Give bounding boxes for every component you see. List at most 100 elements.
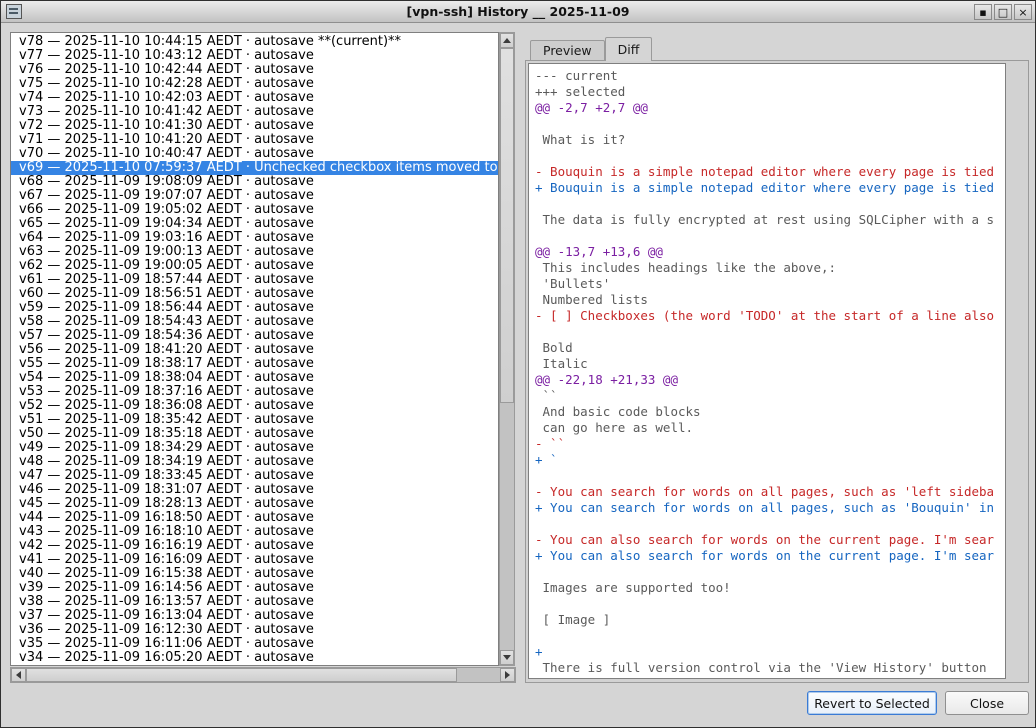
diff-line-deletion: - [ ] Checkboxes (the word 'TODO' at the… — [535, 308, 1005, 324]
diff-line-deletion: - Bouquin is a simple notepad editor whe… — [535, 164, 1005, 180]
history-list-item[interactable]: v48 — 2025-11-09 18:34:19 AEDT · autosav… — [11, 455, 498, 469]
arrow-down-icon — [503, 655, 511, 660]
history-list-item[interactable]: v56 — 2025-11-09 18:41:20 AEDT · autosav… — [11, 343, 498, 357]
history-list-item[interactable]: v37 — 2025-11-09 16:13:04 AEDT · autosav… — [11, 609, 498, 623]
history-list-item[interactable]: v60 — 2025-11-09 18:56:51 AEDT · autosav… — [11, 287, 498, 301]
history-list-item[interactable]: v35 — 2025-11-09 16:11:06 AEDT · autosav… — [11, 637, 498, 651]
arrow-right-icon — [505, 671, 510, 679]
tab-diff[interactable]: Diff — [605, 37, 653, 61]
diff-line-context — [535, 564, 1005, 580]
history-list-item[interactable]: v65 — 2025-11-09 19:04:34 AEDT · autosav… — [11, 217, 498, 231]
diff-line-context: The data is fully encrypted at rest usin… — [535, 212, 1005, 228]
diff-line-hunk: @@ -2,7 +2,7 @@ — [535, 100, 1005, 116]
minimize-icon: ▪ — [979, 7, 986, 18]
history-list-item[interactable]: v42 — 2025-11-09 16:16:19 AEDT · autosav… — [11, 539, 498, 553]
diff-line-context: And basic code blocks — [535, 404, 1005, 420]
scrollbar-thumb[interactable] — [500, 48, 514, 403]
diff-line-hunk: @@ -13,7 +13,6 @@ — [535, 244, 1005, 260]
scroll-left-button[interactable] — [11, 668, 26, 682]
diff-line-meta: --- current — [535, 68, 1005, 84]
history-list-item[interactable]: v63 — 2025-11-09 19:00:13 AEDT · autosav… — [11, 245, 498, 259]
history-list-item[interactable]: v46 — 2025-11-09 18:31:07 AEDT · autosav… — [11, 483, 498, 497]
diff-line-deletion: - You can also search for words on the c… — [535, 532, 1005, 548]
diff-line-context — [535, 628, 1005, 644]
history-list-item[interactable]: v66 — 2025-11-09 19:05:02 AEDT · autosav… — [11, 203, 498, 217]
titlebar[interactable]: [vpn-ssh] History __ 2025-11-09 ▪ □ × — [1, 1, 1035, 23]
diff-line-context: can go here as well. — [535, 420, 1005, 436]
diff-line-context — [535, 116, 1005, 132]
history-list-item[interactable]: v74 — 2025-11-10 10:42:03 AEDT · autosav… — [11, 91, 498, 105]
minimize-button[interactable]: ▪ — [974, 4, 992, 20]
diff-line-context: There is full version control via the 'V… — [535, 660, 1005, 676]
maximize-icon: □ — [998, 7, 1008, 18]
diff-line-context: Images are supported too! — [535, 580, 1005, 596]
tab-preview[interactable]: Preview — [530, 40, 605, 61]
window-title: [vpn-ssh] History __ 2025-11-09 — [1, 1, 1035, 23]
history-list-item[interactable]: v58 — 2025-11-09 18:54:43 AEDT · autosav… — [11, 315, 498, 329]
history-list-item[interactable]: v70 — 2025-11-10 10:40:47 AEDT · autosav… — [11, 147, 498, 161]
history-list-item[interactable]: v73 — 2025-11-10 10:41:42 AEDT · autosav… — [11, 105, 498, 119]
diff-line-context — [535, 196, 1005, 212]
history-list-item[interactable]: v75 — 2025-11-10 10:42:28 AEDT · autosav… — [11, 77, 498, 91]
history-list-item[interactable]: v49 — 2025-11-09 18:34:29 AEDT · autosav… — [11, 441, 498, 455]
diff-view[interactable]: --- current+++ selected@@ -2,7 +2,7 @@ W… — [528, 63, 1006, 679]
history-list-item[interactable]: v61 — 2025-11-09 18:57:44 AEDT · autosav… — [11, 273, 498, 287]
history-list-item[interactable]: v76 — 2025-11-10 10:42:44 AEDT · autosav… — [11, 63, 498, 77]
history-list-item[interactable]: v54 — 2025-11-09 18:38:04 AEDT · autosav… — [11, 371, 498, 385]
history-list-item[interactable]: v77 — 2025-11-10 10:43:12 AEDT · autosav… — [11, 49, 498, 63]
history-horizontal-scrollbar[interactable] — [10, 667, 516, 683]
scrollbar-trough[interactable] — [500, 48, 514, 650]
diff-line-context: `` — [535, 388, 1005, 404]
history-list-item[interactable]: v62 — 2025-11-09 19:00:05 AEDT · autosav… — [11, 259, 498, 273]
scroll-down-button[interactable] — [500, 650, 514, 665]
history-window: [vpn-ssh] History __ 2025-11-09 ▪ □ × v7… — [0, 0, 1036, 728]
diff-line-context: [ Image ] — [535, 612, 1005, 628]
history-list-item[interactable]: v41 — 2025-11-09 16:16:09 AEDT · autosav… — [11, 553, 498, 567]
history-list-item[interactable]: v43 — 2025-11-09 16:18:10 AEDT · autosav… — [11, 525, 498, 539]
history-list-item[interactable]: v50 — 2025-11-09 18:35:18 AEDT · autosav… — [11, 427, 498, 441]
maximize-button[interactable]: □ — [994, 4, 1012, 20]
diff-line-addition: + — [535, 644, 1005, 660]
window-controls: ▪ □ × — [974, 4, 1032, 20]
history-list-item[interactable]: v67 — 2025-11-09 19:07:07 AEDT · autosav… — [11, 189, 498, 203]
history-list-item[interactable]: v33 — 2025-11-09 16:05:01 AEDT · autosav… — [11, 665, 498, 666]
history-vertical-scrollbar[interactable] — [499, 32, 515, 666]
history-list-item[interactable]: v51 — 2025-11-09 18:35:42 AEDT · autosav… — [11, 413, 498, 427]
history-list-item[interactable]: v39 — 2025-11-09 16:14:56 AEDT · autosav… — [11, 581, 498, 595]
history-list-item[interactable]: v55 — 2025-11-09 18:38:17 AEDT · autosav… — [11, 357, 498, 371]
history-list-item[interactable]: v44 — 2025-11-09 16:18:50 AEDT · autosav… — [11, 511, 498, 525]
close-icon: × — [1018, 7, 1027, 18]
diff-line-context: Bold — [535, 340, 1005, 356]
history-list-item[interactable]: v52 — 2025-11-09 18:36:08 AEDT · autosav… — [11, 399, 498, 413]
scroll-right-button[interactable] — [500, 668, 515, 682]
revert-to-selected-button[interactable]: Revert to Selected — [807, 691, 937, 715]
history-list-item[interactable]: v72 — 2025-11-10 10:41:30 AEDT · autosav… — [11, 119, 498, 133]
diff-line-context: This includes headings like the above,: — [535, 260, 1005, 276]
history-list-item[interactable]: v45 — 2025-11-09 18:28:13 AEDT · autosav… — [11, 497, 498, 511]
history-list-item[interactable]: v64 — 2025-11-09 19:03:16 AEDT · autosav… — [11, 231, 498, 245]
scroll-up-button[interactable] — [500, 33, 514, 48]
history-list-item[interactable]: v40 — 2025-11-09 16:15:38 AEDT · autosav… — [11, 567, 498, 581]
history-list-item[interactable]: v38 — 2025-11-09 16:13:57 AEDT · autosav… — [11, 595, 498, 609]
close-window-button[interactable]: × — [1014, 4, 1032, 20]
history-list-item[interactable]: v34 — 2025-11-09 16:05:20 AEDT · autosav… — [11, 651, 498, 665]
diff-line-context — [535, 324, 1005, 340]
history-list-item[interactable]: v59 — 2025-11-09 18:56:44 AEDT · autosav… — [11, 301, 498, 315]
close-dialog-button[interactable]: Close — [945, 691, 1029, 715]
diff-line-context: Italic — [535, 356, 1005, 372]
history-list-item[interactable]: v57 — 2025-11-09 18:54:36 AEDT · autosav… — [11, 329, 498, 343]
tab-bar: Preview Diff — [530, 37, 652, 61]
history-list-item[interactable]: v69 — 2025-11-10 07:59:37 AEDT · Uncheck… — [11, 161, 498, 175]
history-list-item[interactable]: v36 — 2025-11-09 16:12:30 AEDT · autosav… — [11, 623, 498, 637]
scrollbar-trough[interactable] — [26, 668, 500, 682]
history-list-item[interactable]: v71 — 2025-11-10 10:41:20 AEDT · autosav… — [11, 133, 498, 147]
history-list-item[interactable]: v68 — 2025-11-09 19:08:09 AEDT · autosav… — [11, 175, 498, 189]
history-list-item[interactable]: v47 — 2025-11-09 18:33:45 AEDT · autosav… — [11, 469, 498, 483]
history-list-item[interactable]: v78 — 2025-11-10 10:44:15 AEDT · autosav… — [11, 35, 498, 49]
diff-line-context: What is it? — [535, 132, 1005, 148]
diff-line-context — [535, 468, 1005, 484]
history-list[interactable]: v78 — 2025-11-10 10:44:15 AEDT · autosav… — [10, 32, 499, 666]
history-list-item[interactable]: v53 — 2025-11-09 18:37:16 AEDT · autosav… — [11, 385, 498, 399]
scrollbar-thumb[interactable] — [26, 668, 457, 682]
diff-line-hunk: @@ -22,18 +21,33 @@ — [535, 372, 1005, 388]
